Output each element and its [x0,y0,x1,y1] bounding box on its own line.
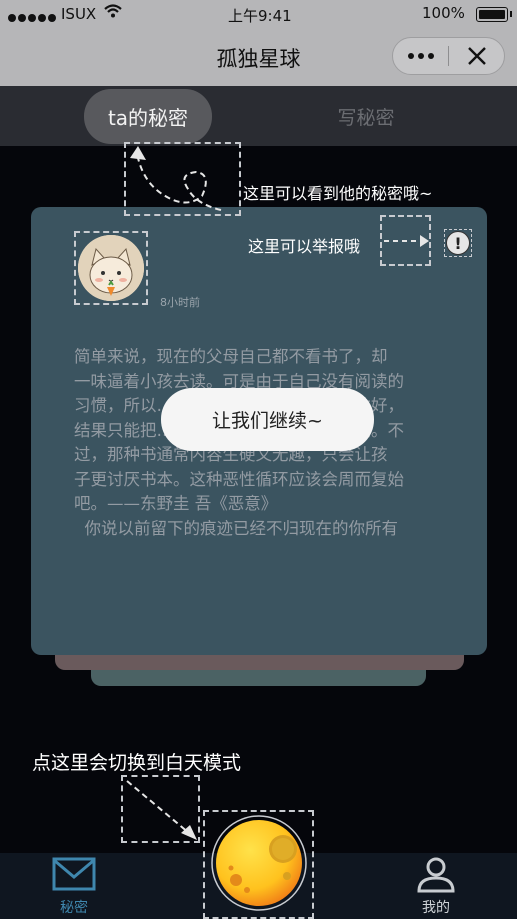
mode-hint-box [121,775,200,843]
tab-bar-mine-label: 我的 [422,900,450,916]
miniprogram-capsule [392,37,505,75]
battery-percent: 100% [422,4,465,22]
carrier-label: ISUX [61,5,97,23]
tab-hint-box [124,142,241,216]
mode-hint-text: 点这里会切换到白天模式 [32,752,242,774]
tab-bar-secret[interactable]: 秘密 [44,853,104,919]
nav-bar: 孤独星球 [0,30,517,86]
signal-icon [8,8,58,26]
moon-icon [211,815,307,911]
tab-hint-text: 这里可以看到他的秘密哦~ [243,184,433,203]
battery-icon [476,7,512,22]
post-time: 8小时前 [160,296,200,309]
avatar-highlight [74,231,148,305]
continue-button[interactable]: 让我们继续~ [161,388,374,451]
avatar[interactable] [78,235,144,301]
tab-ta-secret[interactable]: ta的秘密 [84,89,212,144]
status-bar: ISUX 上午9:41 100% [0,0,517,30]
mail-icon [52,857,96,891]
tab-write-secret[interactable]: 写秘密 [302,103,430,130]
tab-bar-secret-label: 秘密 [60,900,88,916]
tab-bar-mine[interactable]: 我的 [406,853,466,919]
moon-mode-toggle[interactable] [209,813,309,913]
tab-strip [0,86,517,146]
close-icon[interactable] [449,38,504,74]
report-icon[interactable]: ! [446,231,470,255]
more-icon[interactable] [393,38,448,74]
report-arrow-box [380,215,431,266]
user-icon [417,857,455,893]
clock: 上午9:41 [228,7,292,25]
report-hint-text: 这里可以举报哦 [248,237,361,256]
wifi-icon [103,3,123,23]
